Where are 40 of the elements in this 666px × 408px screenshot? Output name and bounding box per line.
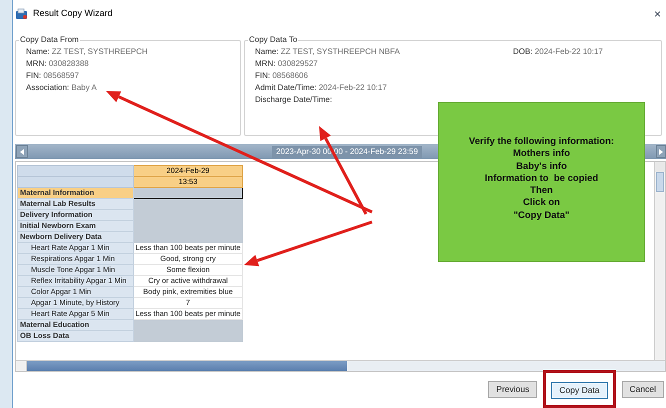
field-value: 2024-Feb-22 10:17 bbox=[534, 47, 603, 56]
dialog-button[interactable]: Copy Data bbox=[551, 382, 608, 399]
callout-line: Click on bbox=[523, 197, 560, 210]
close-button[interactable]: × bbox=[652, 8, 663, 20]
field-label: Admit Date/Time: bbox=[255, 83, 316, 92]
field-label: MRN: bbox=[255, 59, 276, 68]
callout-line: "Copy Data" bbox=[514, 210, 570, 222]
callout-line: Then bbox=[530, 185, 553, 198]
scroll-left-button[interactable] bbox=[16, 145, 28, 158]
callout-line: Information to be copied bbox=[484, 172, 598, 186]
window-title: Result Copy Wizard bbox=[33, 7, 113, 20]
dialog-button[interactable]: Cancel bbox=[622, 380, 664, 398]
field-value: 08568606 bbox=[272, 71, 308, 80]
callout-line: Mothers info bbox=[513, 148, 570, 161]
left-arrow-icon bbox=[20, 148, 24, 154]
group-title: Copy Data To bbox=[248, 34, 298, 46]
scroll-right-button[interactable] bbox=[656, 145, 666, 158]
horizontal-scrollbar[interactable] bbox=[16, 360, 665, 371]
dialog-button[interactable]: Previous bbox=[488, 380, 538, 398]
field-label: DOB: bbox=[513, 47, 533, 56]
right-arrow-icon bbox=[659, 148, 663, 154]
vertical-scrollbar[interactable] bbox=[654, 162, 665, 360]
field-value: ZZ TEST, SYSTHREEPCH bbox=[52, 47, 148, 56]
field-label: Name: bbox=[26, 47, 50, 56]
field-label: Name: bbox=[255, 47, 279, 56]
field-label: FIN: bbox=[255, 71, 270, 80]
field-value: 08568597 bbox=[43, 71, 79, 80]
field-value: 030828388 bbox=[48, 59, 89, 68]
callout-line: Verify the following information: bbox=[468, 136, 614, 148]
field-label: Discharge Date/Time: bbox=[255, 95, 332, 104]
field-value: 2024-Feb-22 10:17 bbox=[318, 83, 387, 92]
app-icon bbox=[15, 8, 28, 20]
group-title: Copy Data From bbox=[19, 34, 80, 46]
callout-line: Baby's info bbox=[516, 160, 567, 173]
field-value: Baby A bbox=[71, 83, 97, 92]
field-label: MRN: bbox=[26, 59, 46, 68]
field-label: FIN: bbox=[26, 71, 42, 80]
field-label: Association: bbox=[26, 83, 70, 92]
field-value: 030829527 bbox=[278, 59, 318, 68]
field-value: ZZ TEST, SYSTHREEPCH NBFA bbox=[280, 47, 400, 56]
